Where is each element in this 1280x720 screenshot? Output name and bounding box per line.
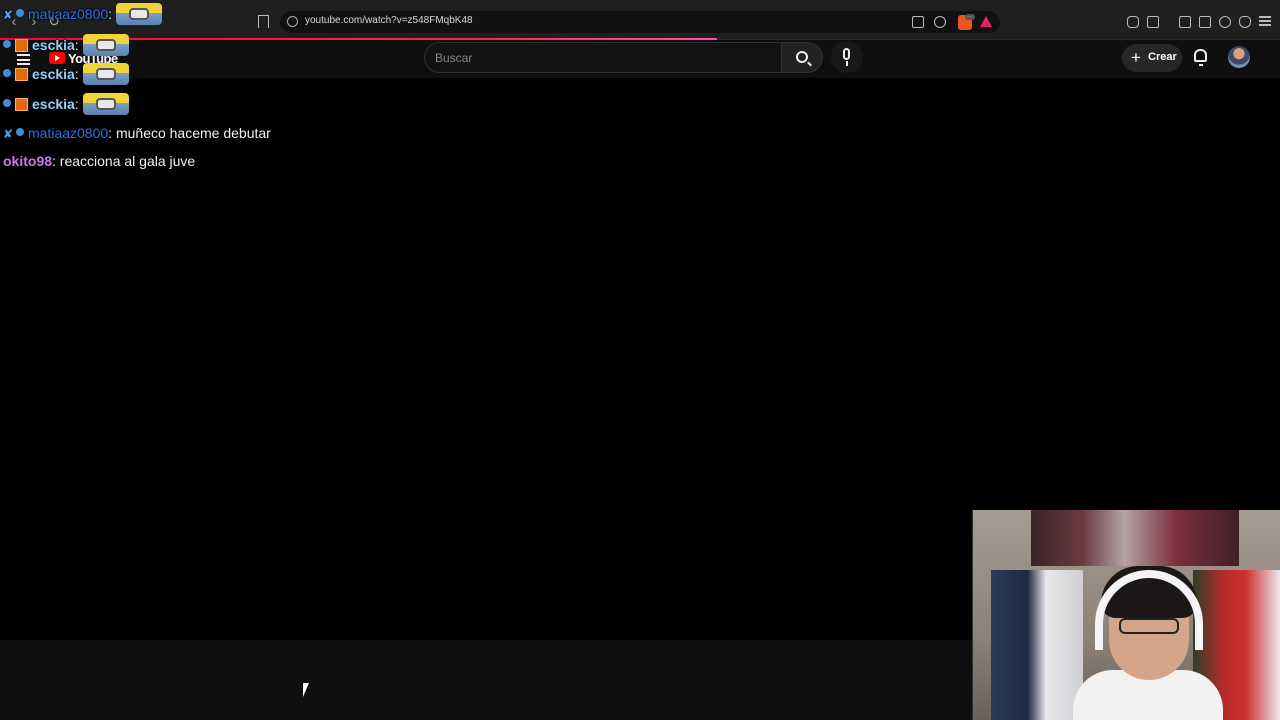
chat-message: esckia: xyxy=(3,63,129,85)
moderator-badge-icon: ✘ xyxy=(3,8,14,22)
minion-emote xyxy=(82,34,129,56)
create-button[interactable]: + Crear xyxy=(1122,44,1182,72)
avatar[interactable] xyxy=(1228,46,1250,68)
subscriber-badge-icon xyxy=(3,40,11,48)
subscriber-badge-icon xyxy=(3,69,11,77)
minion-emote xyxy=(116,3,163,25)
chat-username: matiaaz0800 xyxy=(28,125,109,141)
chat-message: ✘ matiaaz0800: xyxy=(3,3,163,25)
menu-icon[interactable] xyxy=(1259,16,1271,26)
vpn-icon[interactable] xyxy=(1239,16,1251,28)
sidebar-icon[interactable] xyxy=(1179,16,1191,28)
search-input[interactable]: Buscar xyxy=(424,42,782,73)
chat-separator: : xyxy=(52,153,56,169)
glasses-icon xyxy=(1119,618,1179,634)
subscriber-badge-icon xyxy=(3,99,11,107)
subscriber-badge-icon xyxy=(16,128,24,136)
webcam-posters xyxy=(1031,510,1239,566)
moderator-badge-icon: ✘ xyxy=(3,127,14,141)
chat-separator: : xyxy=(74,37,79,53)
chat-username: okito98 xyxy=(3,153,53,169)
voice-search-button[interactable] xyxy=(831,41,863,73)
chat-separator: : xyxy=(108,125,113,141)
browser-toolbar: ‹ › ↻ youtube.com/watch?v=z548FMqbK48 ··… xyxy=(0,0,1280,40)
tab-search-icon[interactable] xyxy=(1147,16,1159,28)
leo-icon[interactable] xyxy=(1219,16,1231,28)
bookmark-icon[interactable] xyxy=(258,15,269,28)
chat-text: muñeco haceme debutar xyxy=(115,125,271,141)
minion-emote xyxy=(82,63,129,85)
chat-username: matiaaz0800 xyxy=(28,6,109,22)
cast-icon[interactable] xyxy=(912,16,924,28)
shields-count-badge: ··· xyxy=(965,14,975,20)
microphone-stand xyxy=(846,61,848,66)
brave-rewards-icon[interactable] xyxy=(980,16,992,27)
chat-text: reacciona al gala juve xyxy=(59,153,196,169)
chat-message: ✘ matiaaz0800: muñeco haceme debutar xyxy=(3,122,271,144)
extensions-icon[interactable] xyxy=(1127,16,1139,28)
plus-icon: + xyxy=(1131,48,1141,67)
site-info-icon[interactable] xyxy=(287,16,298,27)
search-placeholder: Buscar xyxy=(435,51,473,65)
create-label: Crear xyxy=(1148,51,1177,63)
wallet-icon[interactable] xyxy=(1199,16,1211,28)
chat-message: esckia: xyxy=(3,93,129,115)
chat-separator: : xyxy=(108,6,113,22)
search-button[interactable] xyxy=(781,42,823,73)
address-bar[interactable]: youtube.com/watch?v=z548FMqbK48 xyxy=(280,11,1000,33)
webcam-clothes-rack-left xyxy=(991,570,1083,720)
minion-emote xyxy=(82,93,129,115)
notifications-bell-icon[interactable] xyxy=(1194,49,1207,66)
webcam-overlay xyxy=(972,510,1280,720)
url-text[interactable]: youtube.com/watch?v=z548FMqbK48 xyxy=(305,15,473,26)
subscriber-badge-icon xyxy=(16,9,24,17)
chat-message: esckia: xyxy=(3,34,129,56)
chat-separator: : xyxy=(74,66,79,82)
youtube-header: YouTube Buscar + Crear xyxy=(0,40,1280,78)
mouse-cursor-icon xyxy=(303,683,309,697)
bits-badge-icon xyxy=(15,68,28,81)
share-icon[interactable] xyxy=(934,16,946,28)
bits-badge-icon xyxy=(15,39,28,52)
search-icon xyxy=(796,51,808,63)
chat-message: okito98: reacciona al gala juve xyxy=(3,150,195,172)
chat-username: esckia xyxy=(32,37,75,53)
chat-separator: : xyxy=(74,96,79,112)
microphone-icon xyxy=(843,48,850,60)
bits-badge-icon xyxy=(15,98,28,111)
chat-username: esckia xyxy=(32,66,75,82)
chat-username: esckia xyxy=(32,96,75,112)
